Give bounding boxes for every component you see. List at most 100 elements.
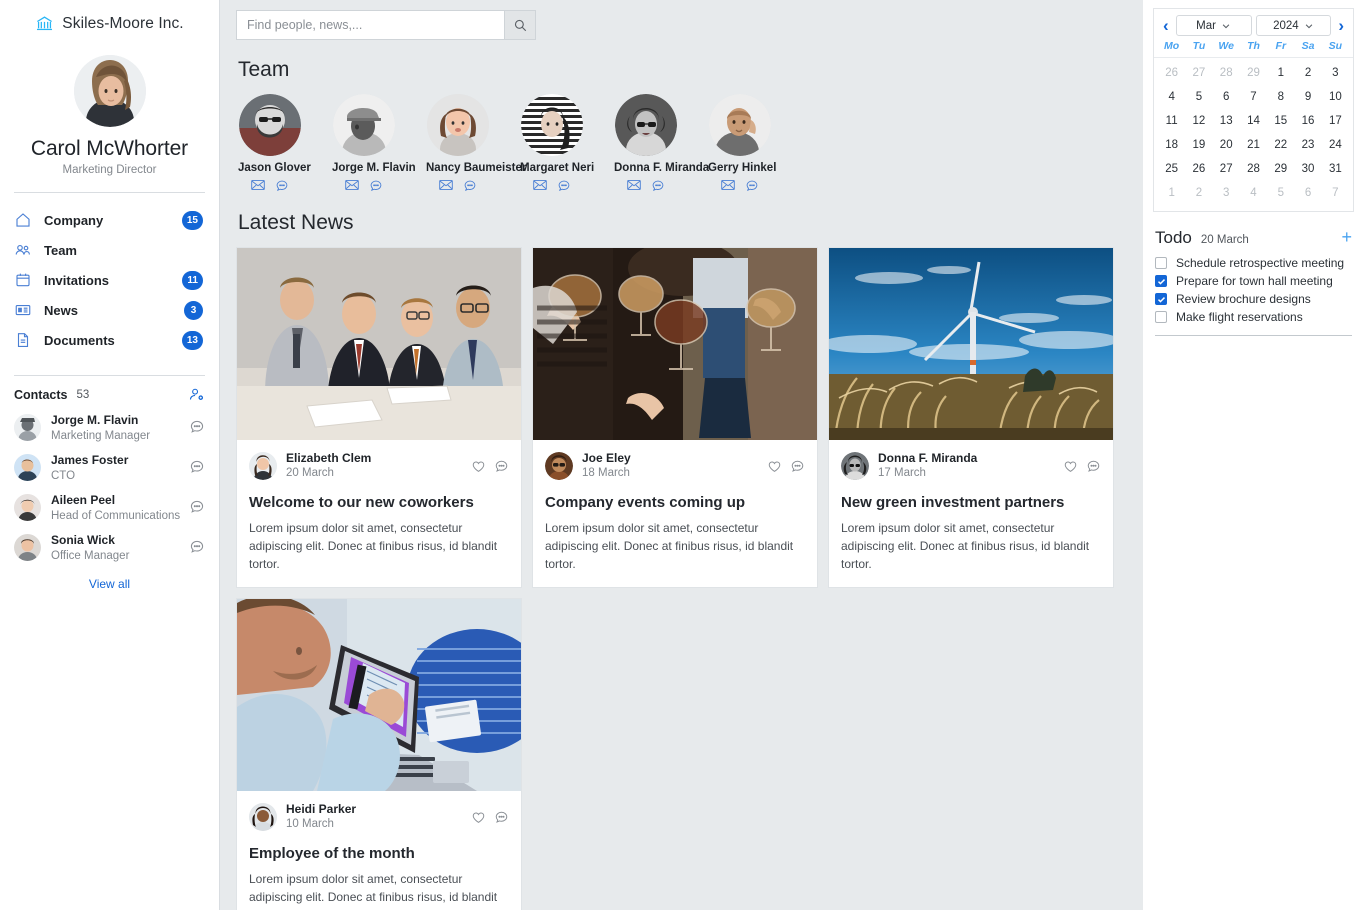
chat-bubble-icon[interactable] xyxy=(189,539,205,555)
chat-bubble-icon[interactable] xyxy=(275,179,289,193)
news-card[interactable]: Donna F. Miranda 17 March New green inve… xyxy=(828,247,1114,588)
team-member[interactable]: Gerry Hinkel xyxy=(708,94,776,193)
team-member[interactable]: Margaret Neri xyxy=(520,94,594,193)
view-all-link[interactable]: View all xyxy=(0,567,219,591)
heart-icon[interactable] xyxy=(767,459,782,474)
sidebar-item-documents[interactable]: Documents 13 xyxy=(0,325,219,355)
chat-bubble-icon[interactable] xyxy=(651,179,665,193)
calendar-day[interactable]: 30 xyxy=(1294,158,1321,181)
heart-icon[interactable] xyxy=(471,810,486,825)
calendar-day[interactable]: 31 xyxy=(1322,158,1349,181)
calendar-day[interactable]: 28 xyxy=(1213,62,1240,85)
calendar-day[interactable]: 11 xyxy=(1158,110,1185,133)
calendar-day[interactable]: 3 xyxy=(1213,182,1240,205)
calendar-day[interactable]: 3 xyxy=(1322,62,1349,85)
calendar-day[interactable]: 10 xyxy=(1322,86,1349,109)
chat-bubble-icon[interactable] xyxy=(463,179,477,193)
news-card[interactable]: Joe Eley 18 March Company events coming … xyxy=(532,247,818,588)
news-card[interactable]: Elizabeth Clem 20 March Welcome to our n… xyxy=(236,247,522,588)
todo-checkbox[interactable] xyxy=(1155,311,1167,323)
chat-bubble-icon[interactable] xyxy=(494,810,509,825)
todo-item[interactable]: Schedule retrospective meeting xyxy=(1153,254,1354,272)
calendar-day[interactable]: 22 xyxy=(1267,134,1294,157)
calendar-day[interactable]: 18 xyxy=(1158,134,1185,157)
calendar-day[interactable]: 17 xyxy=(1322,110,1349,133)
avatar[interactable] xyxy=(73,55,146,127)
calendar-day[interactable]: 29 xyxy=(1267,158,1294,181)
todo-checkbox[interactable] xyxy=(1155,275,1167,287)
calendar-day[interactable]: 9 xyxy=(1294,86,1321,109)
chat-bubble-icon[interactable] xyxy=(557,179,571,193)
calendar-day[interactable]: 27 xyxy=(1213,158,1240,181)
chat-bubble-icon[interactable] xyxy=(745,179,759,193)
calendar-day[interactable]: 14 xyxy=(1240,110,1267,133)
sidebar-item-news[interactable]: News 3 xyxy=(0,295,219,325)
chat-bubble-icon[interactable] xyxy=(790,459,805,474)
calendar-day[interactable]: 27 xyxy=(1185,62,1212,85)
calendar-day[interactable]: 6 xyxy=(1294,182,1321,205)
chat-bubble-icon[interactable] xyxy=(494,459,509,474)
chat-bubble-icon[interactable] xyxy=(189,499,205,515)
calendar-day[interactable]: 21 xyxy=(1240,134,1267,157)
sidebar-item-company[interactable]: Company 15 xyxy=(0,205,219,235)
calendar-day[interactable]: 29 xyxy=(1240,62,1267,85)
list-item[interactable]: Aileen Peel Head of Communications xyxy=(0,487,219,527)
calendar-day[interactable]: 7 xyxy=(1240,86,1267,109)
calendar-day[interactable]: 2 xyxy=(1294,62,1321,85)
calendar-day[interactable]: 4 xyxy=(1158,86,1185,109)
calendar-day[interactable]: 16 xyxy=(1294,110,1321,133)
chevron-left-icon[interactable]: ‹ xyxy=(1160,17,1172,34)
envelope-icon[interactable] xyxy=(627,179,641,193)
sidebar-item-invitations[interactable]: Invitations 11 xyxy=(0,265,219,295)
calendar-day[interactable]: 8 xyxy=(1267,86,1294,109)
envelope-icon[interactable] xyxy=(439,179,453,193)
envelope-icon[interactable] xyxy=(251,179,265,193)
todo-item[interactable]: Prepare for town hall meeting xyxy=(1153,272,1354,290)
calendar-day[interactable]: 25 xyxy=(1158,158,1185,181)
chat-bubble-icon[interactable] xyxy=(369,179,383,193)
calendar-day[interactable]: 6 xyxy=(1213,86,1240,109)
search-button[interactable] xyxy=(504,10,536,40)
list-item[interactable]: Jorge M. Flavin Marketing Manager xyxy=(0,407,219,447)
news-card[interactable]: Heidi Parker 10 March Employee of the mo… xyxy=(236,598,522,910)
calendar-day[interactable]: 13 xyxy=(1213,110,1240,133)
team-member[interactable]: Donna F. Miranda xyxy=(614,94,709,193)
team-member[interactable]: Jorge M. Flavin xyxy=(332,94,416,193)
calendar-day[interactable]: 7 xyxy=(1322,182,1349,205)
heart-icon[interactable] xyxy=(1063,459,1078,474)
chevron-right-icon[interactable]: › xyxy=(1335,17,1347,34)
todo-checkbox[interactable] xyxy=(1155,257,1167,269)
calendar-day[interactable]: 12 xyxy=(1185,110,1212,133)
search-input[interactable] xyxy=(236,10,504,40)
add-todo-button[interactable]: + xyxy=(1341,228,1352,246)
calendar-day[interactable]: 15 xyxy=(1267,110,1294,133)
calendar-day[interactable]: 2 xyxy=(1185,182,1212,205)
calendar-day[interactable]: 26 xyxy=(1185,158,1212,181)
team-member[interactable]: Jason Glover xyxy=(238,94,311,193)
calendar-day[interactable]: 1 xyxy=(1158,182,1185,205)
envelope-icon[interactable] xyxy=(345,179,359,193)
calendar-day[interactable]: 5 xyxy=(1185,86,1212,109)
calendar-day[interactable]: 4 xyxy=(1240,182,1267,205)
list-item[interactable]: Sonia Wick Office Manager xyxy=(0,527,219,567)
month-select[interactable]: Mar xyxy=(1175,15,1252,36)
envelope-icon[interactable] xyxy=(533,179,547,193)
calendar-day[interactable]: 20 xyxy=(1213,134,1240,157)
calendar-day[interactable]: 28 xyxy=(1240,158,1267,181)
sidebar-item-team[interactable]: Team xyxy=(0,235,219,265)
chat-bubble-icon[interactable] xyxy=(1086,459,1101,474)
envelope-icon[interactable] xyxy=(721,179,735,193)
add-person-icon[interactable] xyxy=(188,386,205,403)
heart-icon[interactable] xyxy=(471,459,486,474)
todo-item[interactable]: Review brochure designs xyxy=(1153,290,1354,308)
brand[interactable]: Skiles-Moore Inc. xyxy=(0,14,219,39)
list-item[interactable]: James Foster CTO xyxy=(0,447,219,487)
todo-checkbox[interactable] xyxy=(1155,293,1167,305)
todo-item[interactable]: Make flight reservations xyxy=(1153,308,1354,326)
chat-bubble-icon[interactable] xyxy=(189,419,205,435)
calendar-day[interactable]: 23 xyxy=(1294,134,1321,157)
calendar-day[interactable]: 5 xyxy=(1267,182,1294,205)
calendar-day[interactable]: 19 xyxy=(1185,134,1212,157)
calendar-day[interactable]: 1 xyxy=(1267,62,1294,85)
chat-bubble-icon[interactable] xyxy=(189,459,205,475)
